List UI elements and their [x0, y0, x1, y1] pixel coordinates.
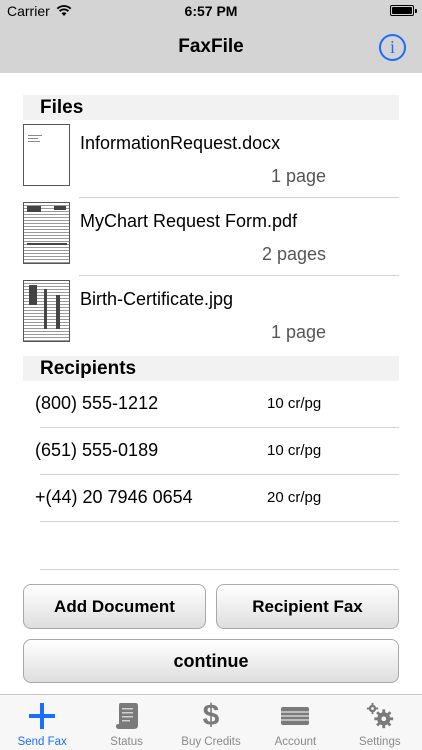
recipient-rate: 10 cr/pg [267, 442, 322, 459]
tab-buy-credits[interactable]: $ Buy Credits [169, 695, 253, 750]
recipient-item[interactable]: (651) 555-0189 10 cr/pg [23, 428, 399, 475]
recipient-fax-button[interactable]: Recipient Fax [216, 584, 399, 629]
card-icon [280, 701, 310, 731]
tab-label: Buy Credits [181, 736, 241, 748]
page-title: FaxFile [178, 36, 244, 57]
file-name: MyChart Request Form.pdf [80, 211, 298, 231]
file-name: Birth-Certificate.jpg [80, 289, 234, 309]
file-item-birth-certificate[interactable]: Birth-Certificate.jpg 1 page [23, 276, 399, 354]
tab-send-fax[interactable]: Send Fax [0, 695, 84, 750]
recipient-number: +(44) 20 7946 0654 [35, 487, 193, 507]
tab-account[interactable]: Account [253, 695, 337, 750]
recipient-rate: 20 cr/pg [267, 489, 322, 506]
file-page-count: 1 page [270, 322, 326, 342]
file-page-count: 1 page [270, 166, 326, 186]
list-divider [40, 569, 399, 570]
recipients-section-header: Recipients [23, 356, 399, 381]
file-page-count: 2 pages [261, 244, 326, 264]
file-item-information-request[interactable]: InformationRequest.docx 1 page [23, 120, 399, 198]
info-icon[interactable]: i [379, 34, 406, 61]
plus-icon [27, 701, 57, 731]
scroll-icon [112, 701, 142, 731]
continue-button[interactable]: continue [23, 639, 399, 683]
tab-label: Status [110, 736, 143, 748]
tab-label: Send Fax [17, 736, 67, 748]
document-thumbnail-icon [23, 124, 70, 186]
dollar-icon: $ [202, 699, 220, 732]
tab-settings[interactable]: Settings [338, 695, 422, 750]
recipient-item[interactable]: +(44) 20 7946 0654 20 cr/pg [23, 475, 399, 522]
tab-label: Settings [359, 736, 401, 748]
tab-label: Account [274, 736, 317, 748]
status-bar: Carrier 6:57 PM [0, 0, 422, 22]
recipient-item[interactable]: (800) 555-1212 10 cr/pg [23, 381, 399, 428]
add-document-button[interactable]: Add Document [23, 584, 206, 629]
recipient-number: (800) 555-1212 [35, 393, 159, 413]
tab-bar: Send Fax Status $ Buy Credits Account Se… [0, 694, 422, 750]
recipient-rate: 10 cr/pg [267, 395, 322, 412]
battery-icon [390, 5, 417, 16]
nav-bar: FaxFile i [0, 22, 422, 73]
recipient-number: (651) 555-0189 [35, 440, 159, 460]
file-item-mychart-request[interactable]: MyChart Request Form.pdf 2 pages [23, 198, 399, 276]
gears-icon [365, 701, 395, 731]
files-section-header: Files [23, 95, 399, 120]
image-thumbnail-icon [23, 280, 70, 342]
file-name: InformationRequest.docx [80, 133, 281, 153]
document-thumbnail-icon [23, 202, 70, 264]
tab-status[interactable]: Status [84, 695, 168, 750]
status-time: 6:57 PM [184, 3, 238, 19]
